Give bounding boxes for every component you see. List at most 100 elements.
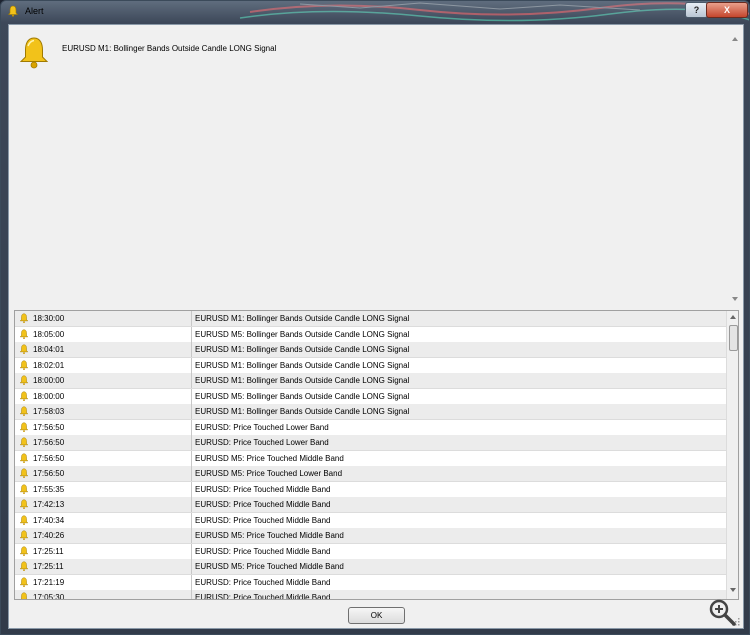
column-divider	[191, 435, 192, 450]
close-button[interactable]: X	[706, 2, 748, 18]
alert-row[interactable]: 17:05:30 EURUSD: Price Touched Middle Ban…	[15, 590, 726, 600]
alert-row[interactable]: 17:25:11 EURUSD: Price Touched Middle Ban…	[15, 543, 726, 560]
alert-row[interactable]: 17:40:26 EURUSD M5: Price Touched Middle …	[15, 528, 726, 544]
alert-row[interactable]: 17:56:50 EURUSD M5: Price Touched Middle …	[15, 450, 726, 467]
scroll-up-arrow-icon[interactable]	[730, 315, 736, 319]
column-divider	[191, 450, 192, 466]
bell-icon	[19, 453, 29, 463]
alert-row[interactable]: 18:00:00 EURUSD M5: Bollinger Bands Outsi…	[15, 388, 726, 405]
alert-time: 18:04:01	[33, 345, 65, 354]
column-divider	[191, 481, 192, 497]
column-divider	[191, 357, 192, 373]
alert-time: 17:40:34	[33, 515, 65, 525]
alert-row[interactable]: 18:05:00 EURUSD M5: Bollinger Bands Outsi…	[15, 326, 726, 343]
column-divider	[191, 373, 192, 388]
column-divider	[191, 342, 192, 357]
alert-message: EURUSD M1: Bollinger Bands Outside Candl…	[195, 360, 410, 370]
alert-message: EURUSD M5: Price Touched Middle Band	[195, 531, 344, 540]
alert-time: 18:00:00	[33, 391, 65, 401]
bell-icon	[20, 592, 28, 599]
alert-row[interactable]: 17:56:50 EURUSD M5: Price Touched Lower B…	[15, 466, 726, 482]
alert-row[interactable]: 17:21:19 EURUSD: Price Touched Middle Ban…	[15, 574, 726, 591]
alert-time: 18:00:00	[33, 376, 65, 385]
alert-time: 17:21:19	[33, 577, 65, 587]
bell-icon	[19, 484, 29, 494]
alert-row[interactable]: 17:40:34 EURUSD: Price Touched Middle Ban…	[15, 512, 726, 529]
scroll-up-arrow-icon[interactable]	[732, 37, 738, 41]
alert-message: EURUSD: Price Touched Middle Band	[195, 484, 331, 494]
alert-message: EURUSD M1: Bollinger Bands Outside Candl…	[195, 376, 410, 385]
list-scrollbar[interactable]	[726, 311, 738, 599]
alert-message: EURUSD: Price Touched Middle Band	[195, 500, 331, 509]
alert-time: 17:25:11	[33, 562, 64, 571]
alert-time: 17:42:13	[33, 500, 65, 509]
column-divider	[191, 466, 192, 481]
alert-time: 18:02:01	[33, 360, 65, 370]
alert-row[interactable]: 17:55:35 EURUSD: Price Touched Middle Ban…	[15, 481, 726, 498]
alert-row[interactable]: 18:30:00 EURUSD M1: Bollinger Bands Outsi…	[15, 311, 726, 327]
column-divider	[191, 326, 192, 342]
alert-message: EURUSD M5: Bollinger Bands Outside Candl…	[195, 329, 410, 339]
bell-icon	[19, 313, 29, 323]
dialog-client: EURUSD M1: Bollinger Bands Outside Candl…	[8, 24, 744, 629]
scroll-thumb[interactable]	[729, 325, 738, 351]
bell-icon	[19, 391, 29, 401]
alert-row[interactable]: 18:04:01 EURUSD M1: Bollinger Bands Outsi…	[15, 342, 726, 358]
column-divider	[191, 311, 192, 326]
bell-icon	[19, 530, 29, 540]
bell-icon	[19, 360, 29, 370]
alert-time: 17:56:50	[33, 453, 65, 463]
alert-row[interactable]: 17:56:50 EURUSD: Price Touched Lower Band	[15, 419, 726, 436]
alert-history-list[interactable]: 18:30:00 EURUSD M1: Bollinger Bands Outsi…	[14, 310, 739, 600]
bell-icon	[19, 344, 29, 354]
alert-time: 17:58:03	[33, 407, 65, 416]
bell-icon	[19, 37, 49, 69]
ok-button[interactable]: OK	[348, 607, 405, 624]
column-divider	[191, 388, 192, 404]
bell-icon	[19, 577, 29, 587]
bell-icon	[19, 437, 29, 447]
scroll-down-arrow-icon[interactable]	[732, 297, 738, 301]
help-button[interactable]: ?	[685, 2, 708, 18]
column-divider	[191, 419, 192, 435]
alert-message: EURUSD M5: Price Touched Lower Band	[195, 469, 343, 478]
zoom-in-icon[interactable]	[707, 597, 737, 627]
column-divider	[191, 559, 192, 574]
alert-row[interactable]: 18:02:01 EURUSD M1: Bollinger Bands Outsi…	[15, 357, 726, 374]
alert-time: 17:56:50	[33, 438, 65, 447]
bell-icon	[19, 546, 29, 556]
alert-row[interactable]: 17:58:03 EURUSD M1: Bollinger Bands Outsi…	[15, 404, 726, 420]
alert-time: 17:55:35	[33, 484, 65, 494]
alert-row[interactable]: 17:25:11 EURUSD M5: Price Touched Middle …	[15, 559, 726, 575]
column-divider	[191, 404, 192, 419]
message-scrollbar[interactable]	[730, 31, 740, 326]
column-divider	[191, 574, 192, 590]
column-divider	[191, 590, 192, 599]
alert-row[interactable]: 17:42:13 EURUSD: Price Touched Middle Ban…	[15, 497, 726, 513]
alert-row[interactable]: 17:56:50 EURUSD: Price Touched Lower Band	[15, 435, 726, 451]
alert-message: EURUSD: Price Touched Middle Band	[195, 577, 331, 587]
alert-message: EURUSD: Price Touched Lower Band	[195, 422, 329, 432]
alert-message: EURUSD: Price Touched Middle Band	[195, 546, 331, 556]
scroll-down-arrow-icon[interactable]	[730, 588, 736, 592]
alert-time: 18:30:00	[33, 314, 65, 323]
title-bar[interactable]: Alert ? X	[1, 1, 749, 23]
bell-icon	[19, 406, 29, 416]
alert-time: 17:05:30	[33, 593, 65, 600]
column-divider	[191, 528, 192, 543]
message-panel: EURUSD M1: Bollinger Bands Outside Candl…	[9, 31, 740, 326]
alert-time: 17:40:26	[33, 531, 65, 540]
alert-window: Alert ? X EURUSD M1: Bollinger Bands Out…	[0, 0, 750, 635]
column-divider	[191, 512, 192, 528]
alert-row[interactable]: 18:00:00 EURUSD M1: Bollinger Bands Outsi…	[15, 373, 726, 389]
bell-icon	[19, 422, 29, 432]
alert-message-text: EURUSD M1: Bollinger Bands Outside Candl…	[62, 44, 277, 53]
column-divider	[191, 543, 192, 559]
alert-time: 17:56:50	[33, 469, 65, 478]
alert-message: EURUSD M5: Price Touched Middle Band	[195, 562, 344, 571]
alert-time: 18:05:00	[33, 329, 65, 339]
window-title: Alert	[25, 6, 44, 16]
alert-message: EURUSD: Price Touched Middle Band	[195, 593, 331, 600]
bell-icon	[7, 5, 19, 17]
alert-message: EURUSD: Price Touched Middle Band	[195, 515, 331, 525]
